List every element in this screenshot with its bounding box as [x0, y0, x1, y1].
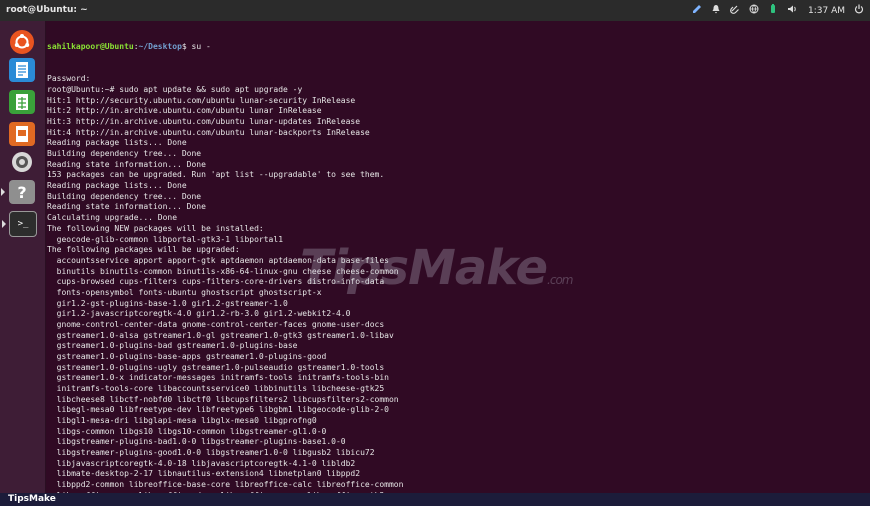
terminal-line: libgl1-mesa-dri libglapi-mesa libglx-mes…: [47, 415, 317, 425]
prompt-command: $ su -: [181, 42, 211, 52]
terminal-line: initramfs-tools-core libaccountsservice0…: [47, 383, 385, 393]
impress-icon[interactable]: [9, 122, 35, 146]
globe-icon[interactable]: [749, 4, 759, 17]
terminal-line: Building dependency tree... Done: [47, 191, 202, 201]
terminal-line: libgs-common libgs10 libgs10-common libg…: [47, 426, 327, 436]
terminal-line: gir1.2-javascriptcoregtk-4.0 gir1.2-rb-3…: [47, 309, 351, 319]
terminal-line: gir1.2-gst-plugins-base-1.0 gir1.2-gstre…: [47, 298, 288, 308]
terminal-line: libgstreamer-plugins-good1.0-0 libgstrea…: [47, 447, 375, 457]
volume-icon[interactable]: [787, 4, 797, 17]
terminal-line: Calculating upgrade... Done: [47, 213, 178, 223]
terminal-line: gstreamer1.0-plugins-base-apps gstreamer…: [47, 351, 327, 361]
terminal-line: Hit:2 http://in.archive.ubuntu.com/ubunt…: [47, 106, 322, 116]
terminal-line: gnome-control-center-data gnome-control-…: [47, 319, 385, 329]
clock[interactable]: 1:37 AM: [808, 6, 845, 16]
terminal-line: Password:: [47, 74, 91, 84]
top-panel: root@Ubuntu: ~ 1:37 AM: [0, 0, 870, 21]
power-icon[interactable]: [854, 4, 864, 17]
terminal-line: Reading package lists... Done: [47, 181, 187, 191]
terminal-icon[interactable]: >_: [2, 211, 37, 237]
bell-icon[interactable]: [711, 4, 721, 17]
terminal-line: libcheese8 libctf-nobfd0 libctf0 libcups…: [47, 394, 399, 404]
terminal-line: Hit:4 http://in.archive.ubuntu.com/ubunt…: [47, 127, 370, 137]
prompt-user: sahilkapoor@Ubuntu: [47, 42, 134, 52]
terminal-line: Hit:3 http://in.archive.ubuntu.com/ubunt…: [47, 117, 361, 127]
terminal-line: libppd2-common libreoffice-base-core lib…: [47, 479, 404, 489]
terminal-line: libjavascriptcoregtk-4.0-18 libjavascrip…: [47, 458, 356, 468]
settings-icon[interactable]: [9, 150, 35, 174]
prompt-line: sahilkapoor@Ubuntu:~/Desktop$ su -: [47, 42, 867, 53]
terminal-line: The following NEW packages will be insta…: [47, 223, 264, 233]
link-icon[interactable]: [730, 4, 740, 17]
footer-brand: TipsMake: [8, 494, 56, 504]
window-title: root@Ubuntu: ~: [6, 5, 88, 15]
pen-icon[interactable]: [692, 4, 702, 17]
terminal-line: Hit:1 http://security.ubuntu.com/ubuntu …: [47, 95, 356, 105]
terminal-line: Reading package lists... Done: [47, 138, 187, 148]
watermark-suffix: .com: [547, 273, 573, 287]
terminal-line: Reading state information... Done: [47, 202, 206, 212]
terminal-line: gstreamer1.0-plugins-bad gstreamer1.0-pl…: [47, 341, 298, 351]
launcher: ? >_: [0, 21, 46, 493]
terminal-line: Building dependency tree... Done: [47, 149, 202, 159]
terminal-line: gstreamer1.0-plugins-ugly gstreamer1.0-p…: [47, 362, 385, 372]
terminal-line: gstreamer1.0-alsa gstreamer1.0-gl gstrea…: [47, 330, 394, 340]
terminal-line: gstreamer1.0-x indicator-messages initra…: [47, 373, 389, 383]
terminal-line: 153 packages can be upgraded. Run 'apt l…: [47, 170, 385, 180]
terminal-line: Reading state information... Done: [47, 159, 206, 169]
terminal-line: root@Ubuntu:~# sudo apt update && sudo a…: [47, 85, 303, 95]
writer-icon[interactable]: [9, 58, 35, 82]
battery-icon[interactable]: [768, 4, 778, 17]
system-tray: 1:37 AM: [692, 3, 864, 18]
help-icon[interactable]: ?: [1, 180, 35, 204]
prompt-path: ~/Desktop: [138, 42, 182, 52]
terminal-line: libegl-mesa0 libfreetype-dev libfreetype…: [47, 405, 389, 415]
terminal-line: libgstreamer-plugins-bad1.0-0 libgstream…: [47, 437, 346, 447]
terminal-line: libmate-desktop-2-17 libnautilus-extensi…: [47, 469, 361, 479]
calc-icon[interactable]: [9, 90, 35, 114]
watermark-text: TipsMake: [300, 240, 548, 296]
ubuntu-logo-icon[interactable]: [10, 30, 34, 54]
footer-bar: TipsMake: [0, 493, 870, 506]
watermark: TipsMake.com: [300, 240, 600, 300]
